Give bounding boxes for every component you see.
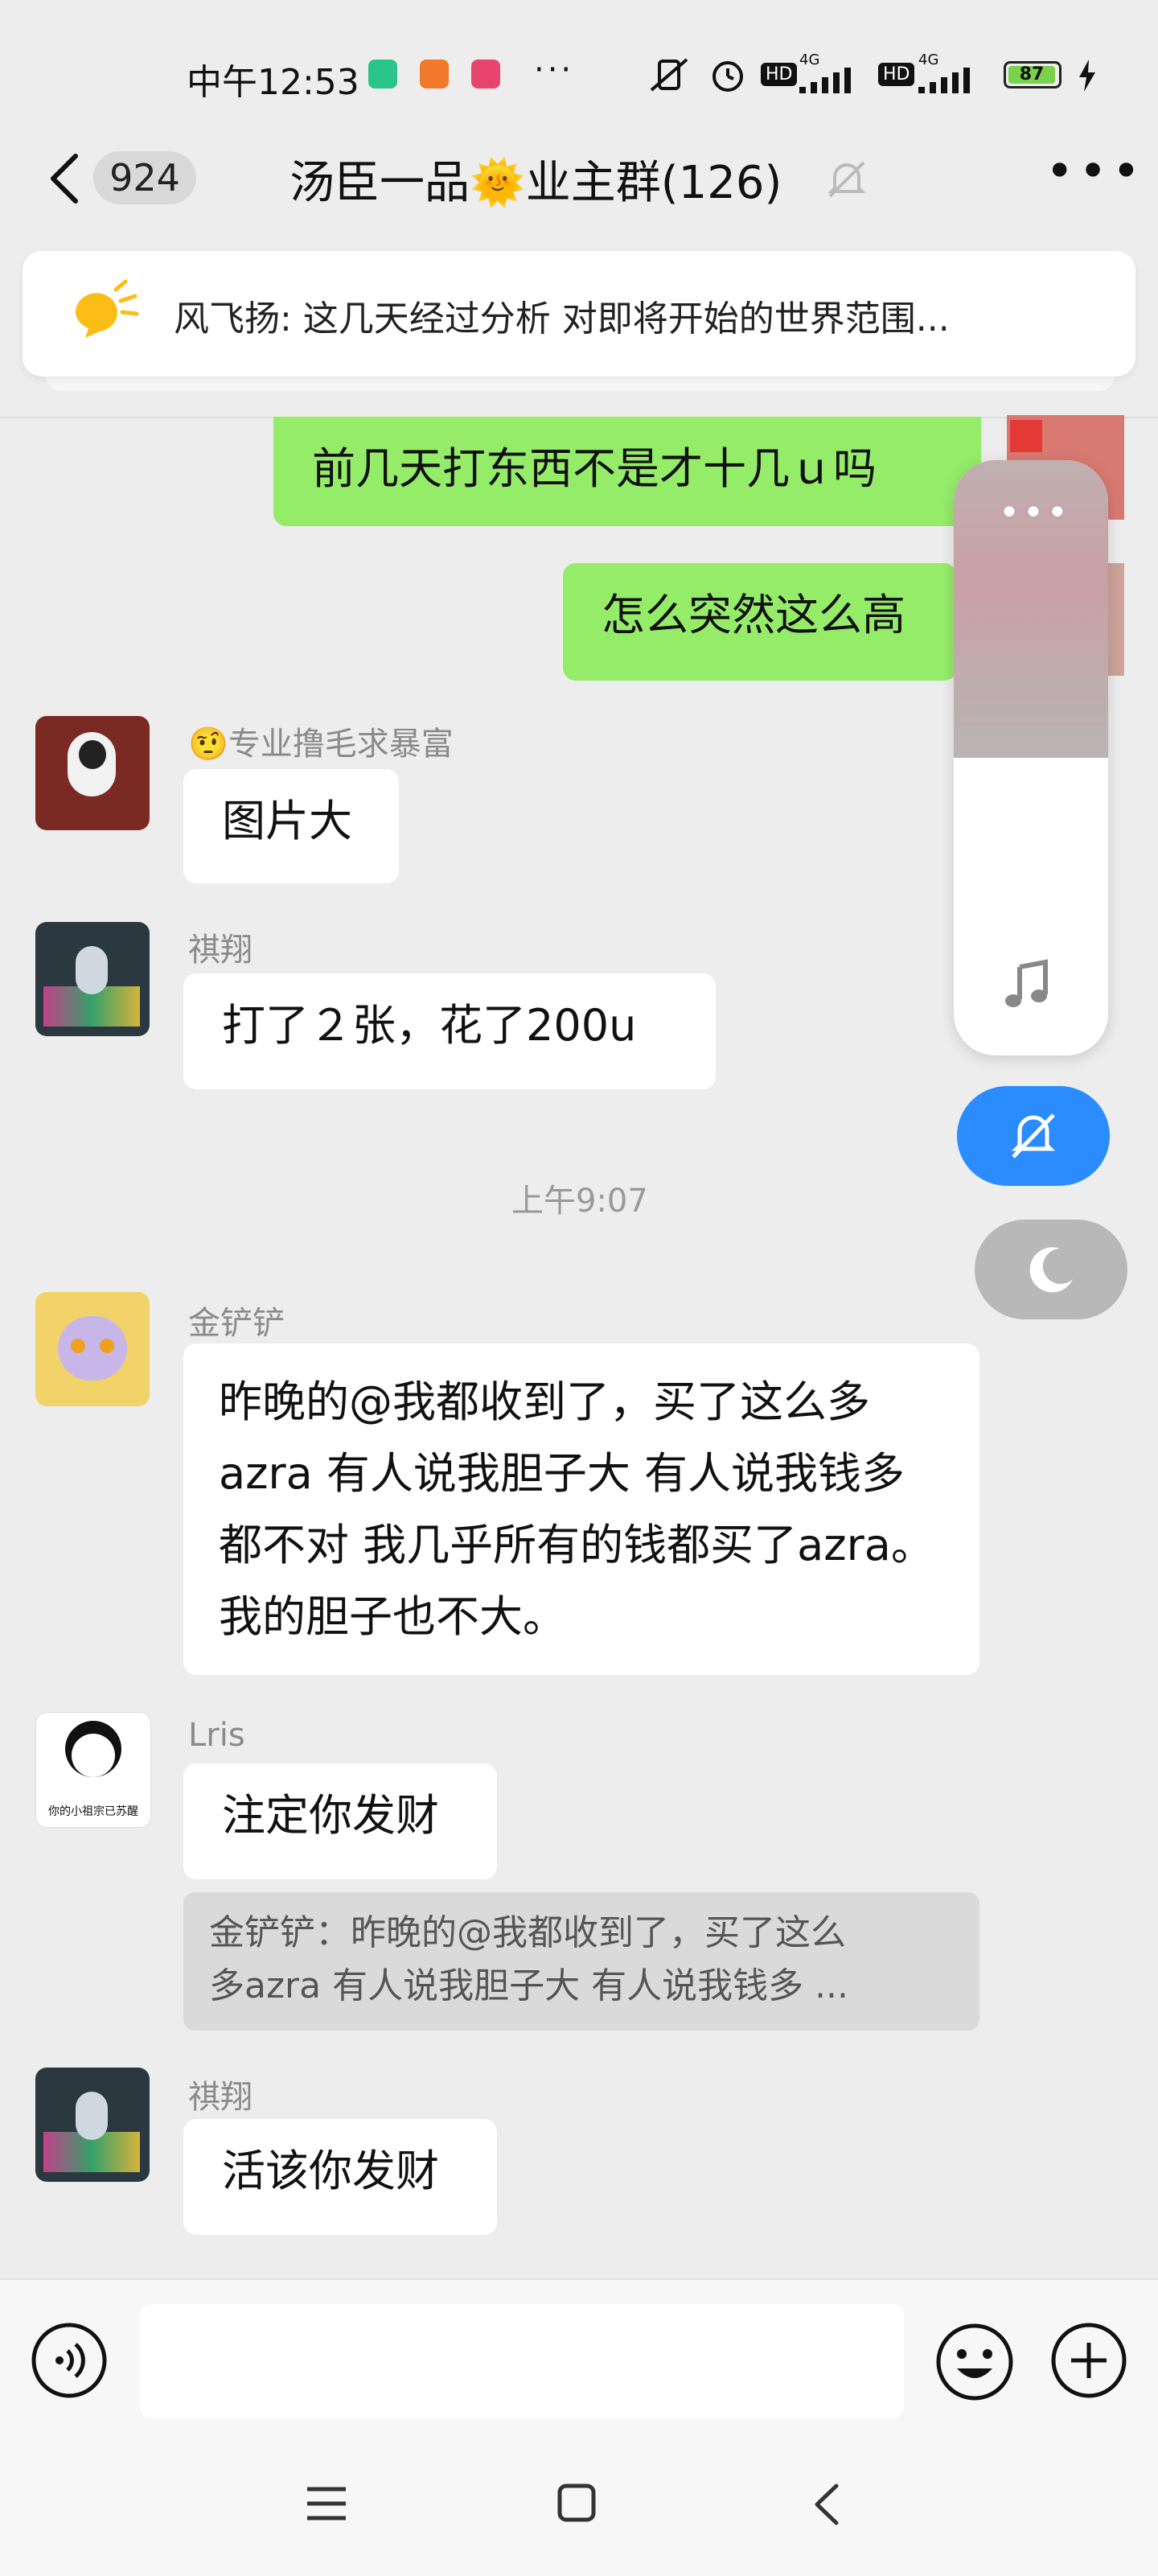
avatar-caption: 你的小祖宗已苏醒 xyxy=(48,1805,138,1818)
moon-icon xyxy=(1029,1247,1073,1293)
battery-level: 87 xyxy=(1008,66,1055,84)
dark-mode-toggle-button[interactable] xyxy=(975,1220,1127,1319)
avatar[interactable] xyxy=(35,922,150,1036)
message-input[interactable] xyxy=(140,2304,904,2418)
vibrate-off-icon xyxy=(650,58,688,92)
floating-window-panel[interactable]: ••• xyxy=(954,460,1108,1056)
bell-off-icon xyxy=(1011,1113,1056,1158)
more-options-icon[interactable]: ••• xyxy=(1045,147,1145,195)
home-icon[interactable] xyxy=(556,2483,597,2523)
quote-line: 金铲铲：昨晚的@我都收到了，买了这么 xyxy=(209,1912,846,1953)
flag-icon xyxy=(1010,420,1042,452)
avatar[interactable] xyxy=(35,1292,150,1406)
chat-title: 汤臣一品🌞业主群(126) xyxy=(290,157,782,209)
more-notifications-icon: ··· xyxy=(534,51,575,88)
message-bubble-self[interactable]: 前几天打东西不是才十几ｕ吗 xyxy=(273,417,981,526)
quote-line: 多azra 有人说我胆子大 有人说我钱多 ... xyxy=(209,1965,849,2006)
quoted-reply[interactable]: 金铲铲：昨晚的@我都收到了，买了这么 多azra 有人说我胆子大 有人说我钱多 … xyxy=(183,1892,979,2031)
avatar[interactable] xyxy=(35,2068,150,2182)
back-arrow-icon[interactable] xyxy=(47,153,82,204)
sender-name: 祺翔 xyxy=(188,2079,253,2116)
muted-bell-icon xyxy=(827,161,866,198)
app-notification-icon xyxy=(420,60,449,88)
hd-badge: HD xyxy=(761,63,798,86)
avatar[interactable] xyxy=(35,716,150,830)
announcement-bubble-icon xyxy=(75,279,139,338)
message-bubble[interactable]: 活该你发财 xyxy=(183,2119,497,2235)
hd-badge: HD xyxy=(878,63,915,86)
voice-input-icon[interactable] xyxy=(31,2322,108,2399)
mute-toggle-button[interactable] xyxy=(957,1086,1110,1186)
message-bubble[interactable]: 注定你发财 xyxy=(183,1763,497,1879)
app-notification-icon xyxy=(471,60,500,88)
emoji-icon[interactable] xyxy=(934,2322,1015,2402)
message-bubble-self[interactable]: 怎么突然这么高 xyxy=(563,563,957,681)
sender-name: 金铲铲 xyxy=(188,1305,285,1342)
sender-name: 🤨专业撸毛求暴富 xyxy=(188,726,454,763)
signal-icon xyxy=(799,68,851,93)
time-separator: 上午9:07 xyxy=(511,1183,648,1220)
music-note-icon[interactable] xyxy=(1002,959,1053,1010)
message-bubble[interactable]: 昨晚的@我都收到了，买了这么多azra 有人说我胆子大 有人说我钱多 都不对 我… xyxy=(183,1344,979,1675)
panel-more-icon[interactable]: ••• xyxy=(999,492,1071,533)
avatar[interactable]: 你的小祖宗已苏醒 xyxy=(35,1712,151,1828)
signal-icon xyxy=(918,68,970,93)
announcement-text: 风飞扬: 这几天经过分析 对即将开始的世界范围... xyxy=(174,298,950,339)
app-notification-icon xyxy=(368,60,397,88)
battery-icon: 87 xyxy=(1004,61,1062,88)
alarm-icon xyxy=(712,61,743,92)
recent-apps-icon[interactable] xyxy=(306,2486,347,2521)
system-back-icon[interactable] xyxy=(812,2483,841,2526)
charging-icon xyxy=(1079,60,1095,92)
plus-icon[interactable] xyxy=(1050,2322,1127,2399)
status-time: 中午12:53 xyxy=(187,62,359,103)
sender-name: 祺翔 xyxy=(188,932,253,969)
sender-name: Lris xyxy=(188,1717,245,1754)
message-bubble[interactable]: 打了２张，花了200u xyxy=(183,973,716,1089)
unread-count-badge[interactable]: 924 xyxy=(93,151,196,204)
message-bubble[interactable]: 图片大 xyxy=(183,769,399,883)
